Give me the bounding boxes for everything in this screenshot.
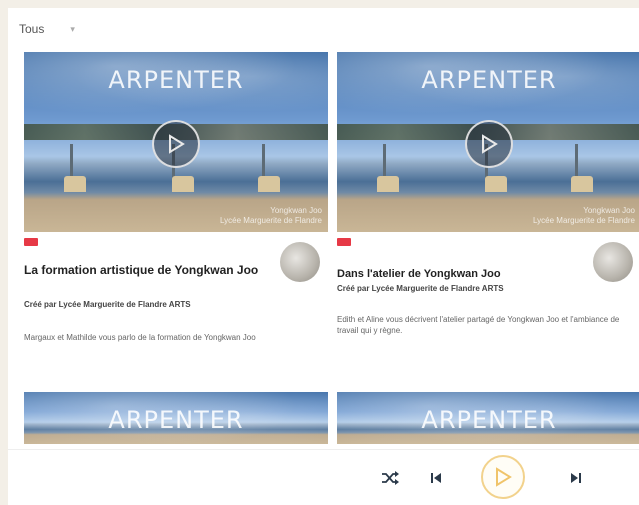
video-thumbnail[interactable]: ARPENTER (24, 392, 328, 444)
brand-wordmark: ARPENTER (108, 66, 244, 94)
avatar[interactable] (593, 242, 633, 282)
video-card[interactable]: ARPENTER (337, 392, 639, 444)
skip-previous-icon[interactable] (424, 466, 448, 490)
video-card[interactable]: ARPENTER Yongkwan Joo Lycée Marguerite d… (24, 52, 328, 392)
video-card[interactable]: ARPENTER Yongkwan Joo Lycée Marguerite d… (337, 52, 639, 392)
thumbnail-figures (24, 176, 328, 196)
avatar[interactable] (280, 242, 320, 282)
thumbnail-figures (337, 176, 639, 196)
skip-next-icon[interactable] (564, 466, 588, 490)
shuffle-icon[interactable] (378, 466, 402, 490)
play-icon[interactable] (152, 120, 200, 168)
play-icon[interactable] (465, 120, 513, 168)
watermark-line-2: Lycée Marguerite de Flandre (533, 216, 635, 225)
card-byline: Créé par Lycée Marguerite de Flandre ART… (337, 284, 504, 293)
play-icon[interactable] (481, 455, 525, 499)
filter-dropdown[interactable]: Tous ▾ (19, 22, 75, 36)
audio-player-bar (8, 449, 639, 505)
video-thumbnail[interactable]: ARPENTER Yongkwan Joo Lycée Marguerite d… (337, 52, 639, 232)
watermark-line-2: Lycée Marguerite de Flandre (220, 216, 322, 225)
brand-wordmark: ARPENTER (108, 406, 244, 434)
thumbnail-watermark: Yongkwan Joo Lycée Marguerite de Flandre (533, 206, 635, 226)
video-thumbnail[interactable]: ARPENTER Yongkwan Joo Lycée Marguerite d… (24, 52, 328, 232)
card-byline: Créé par Lycée Marguerite de Flandre ART… (24, 300, 191, 309)
card-description: Edith et Aline vous décrivent l'atelier … (337, 315, 620, 335)
brand-wordmark: ARPENTER (421, 406, 557, 434)
watermark-line-1: Yongkwan Joo (583, 206, 635, 215)
watermark-line-1: Yongkwan Joo (270, 206, 322, 215)
card-description: Margaux et Mathilde vous parlo de la for… (24, 333, 256, 342)
video-thumbnail[interactable]: ARPENTER (337, 392, 639, 444)
content-panel: Tous ▾ ARPENTER Yongkwan Joo Lycée Margu… (8, 8, 639, 505)
card-title[interactable]: Dans l'atelier de Yongkwan Joo (337, 266, 577, 282)
status-badge (337, 238, 351, 246)
card-title[interactable]: La formation artistique de Yongkwan Joo (24, 262, 274, 278)
filter-label: Tous (19, 22, 45, 36)
status-badge (24, 238, 38, 246)
video-card[interactable]: ARPENTER (24, 392, 328, 444)
chevron-down-icon: ▾ (70, 23, 75, 34)
thumbnail-watermark: Yongkwan Joo Lycée Marguerite de Flandre (220, 206, 322, 226)
brand-wordmark: ARPENTER (421, 66, 557, 94)
